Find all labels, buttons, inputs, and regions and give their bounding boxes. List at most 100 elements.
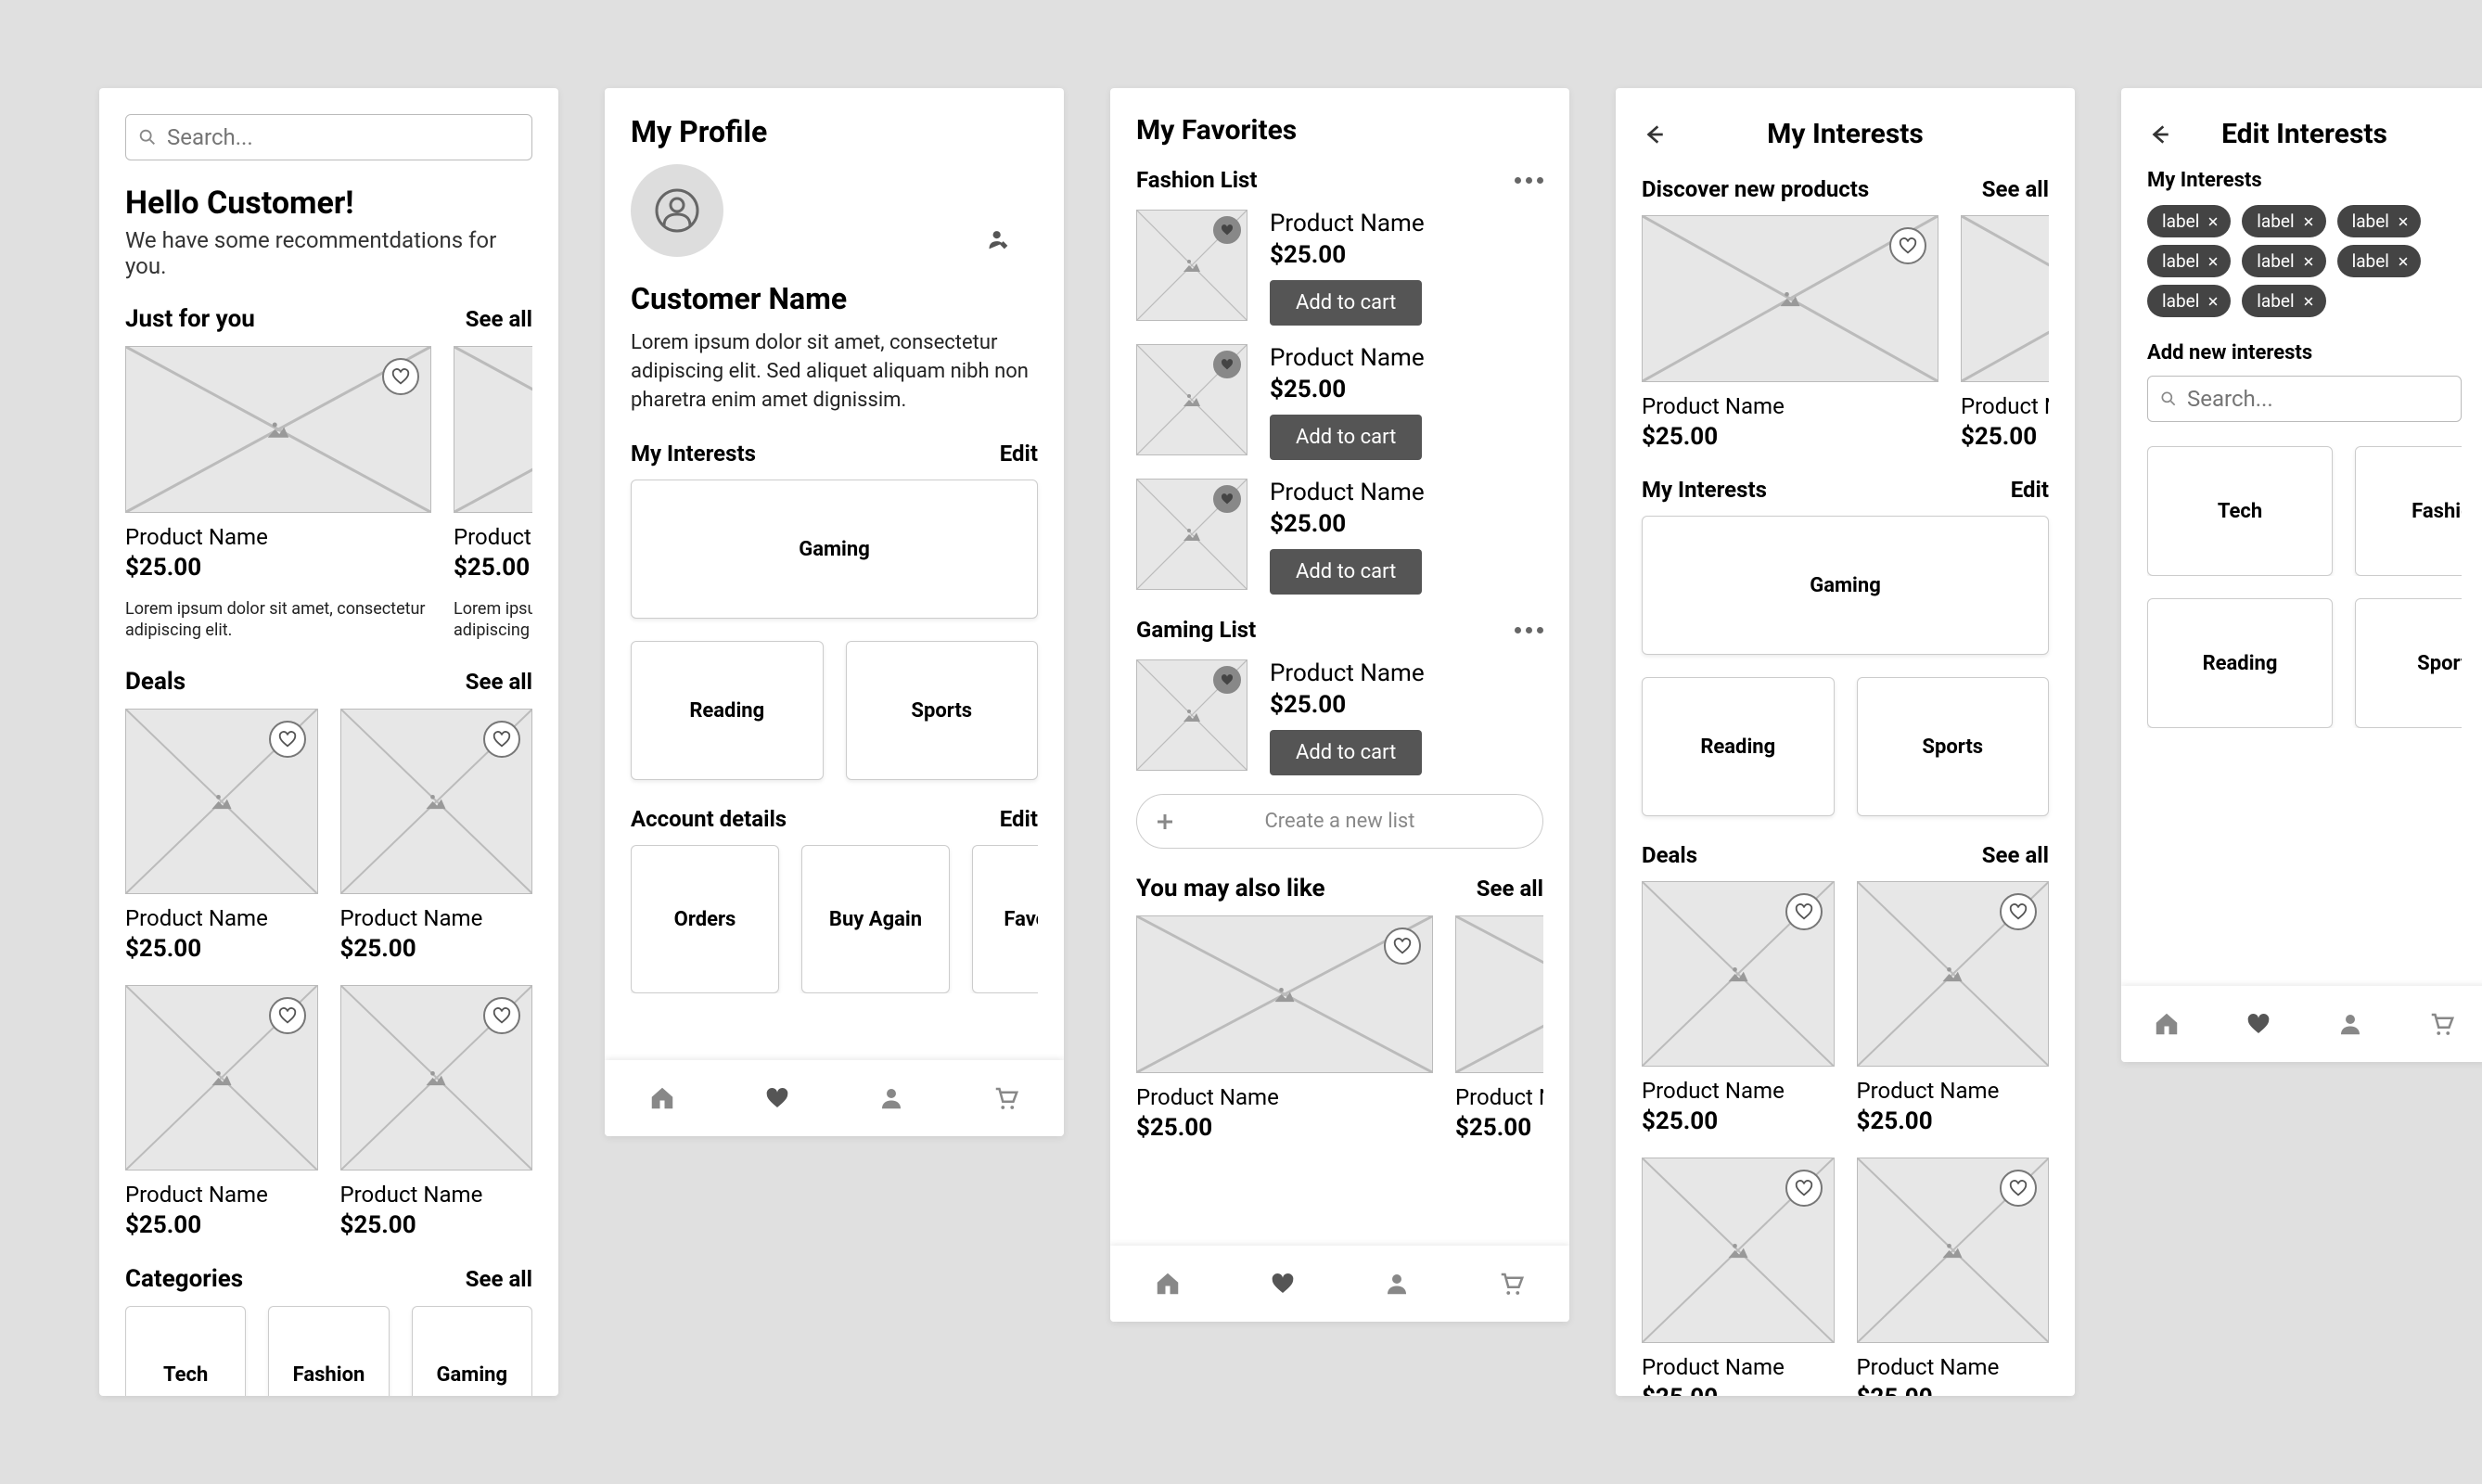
favorite-button[interactable]	[1785, 1170, 1823, 1207]
remove-tag-icon[interactable]	[2207, 255, 2220, 268]
product-card[interactable]: Product Name $25.00	[340, 709, 533, 963]
remove-tag-icon[interactable]	[2397, 255, 2410, 268]
category-tech[interactable]: Tech	[125, 1306, 246, 1396]
product-image[interactable]	[454, 346, 532, 513]
create-new-list-button[interactable]: Create a new list	[1136, 794, 1543, 849]
product-image[interactable]	[1136, 659, 1247, 771]
remove-tag-icon[interactable]	[2302, 215, 2315, 228]
product-card[interactable]: Product Name $25.00	[1857, 1158, 2050, 1396]
see-all-link[interactable]: See all	[466, 306, 532, 332]
account-buy-again[interactable]: Buy Again	[801, 845, 950, 993]
interest-sports[interactable]: Sports	[846, 641, 1039, 780]
profile-icon[interactable]	[877, 1084, 905, 1112]
profile-icon[interactable]	[1383, 1270, 1411, 1298]
list-menu-button[interactable]	[1515, 177, 1543, 184]
edit-link[interactable]: Edit	[2011, 477, 2049, 503]
add-to-cart-button[interactable]: Add to cart	[1270, 730, 1422, 775]
product-image[interactable]	[1961, 215, 2049, 382]
interest-tag[interactable]: label	[2337, 205, 2421, 237]
favorite-button[interactable]	[269, 997, 306, 1034]
product-card[interactable]: Product Name $25.00	[340, 985, 533, 1239]
product-image[interactable]	[1136, 344, 1247, 455]
favorites-icon[interactable]	[2245, 1010, 2272, 1038]
interest-tag[interactable]: label	[2147, 245, 2231, 277]
interest-tag[interactable]: label	[2242, 205, 2325, 237]
add-to-cart-button[interactable]: Add to cart	[1270, 415, 1422, 460]
list-menu-button[interactable]	[1515, 627, 1543, 633]
see-all-link[interactable]: See all	[466, 669, 532, 695]
product-image[interactable]	[125, 346, 431, 513]
favorites-icon[interactable]	[1269, 1270, 1297, 1298]
search-input[interactable]	[2187, 386, 2476, 412]
product-card[interactable]: Product Name $25.00	[125, 985, 318, 1239]
home-icon[interactable]	[2153, 1010, 2181, 1038]
see-all-link[interactable]: See all	[1477, 876, 1543, 902]
edit-profile-icon[interactable]	[986, 227, 1012, 253]
search-field[interactable]	[125, 114, 532, 160]
interest-option-fashion[interactable]: Fashion	[2355, 446, 2462, 576]
interest-sports[interactable]: Sports	[1857, 677, 2050, 816]
favorite-button[interactable]	[1213, 485, 1241, 513]
remove-tag-icon[interactable]	[2207, 215, 2220, 228]
add-to-cart-button[interactable]: Add to cart	[1270, 280, 1422, 326]
category-fashion[interactable]: Fashion	[268, 1306, 389, 1396]
product-card[interactable]: Product Name $25.00	[125, 709, 318, 963]
product-card[interactable]: Product Name $25.00	[1857, 881, 2050, 1135]
edit-link[interactable]: Edit	[1000, 441, 1038, 467]
favorite-button[interactable]	[1384, 928, 1421, 965]
interest-gaming[interactable]: Gaming	[631, 480, 1038, 619]
search-input[interactable]	[167, 124, 520, 150]
favorite-button[interactable]	[1889, 227, 1926, 264]
favorite-button[interactable]	[2000, 893, 2037, 930]
remove-tag-icon[interactable]	[2302, 255, 2315, 268]
favorites-icon[interactable]	[763, 1084, 791, 1112]
interest-tag[interactable]: label	[2147, 205, 2231, 237]
interest-gaming[interactable]: Gaming	[1642, 516, 2049, 655]
product-image[interactable]	[1136, 210, 1247, 321]
home-icon[interactable]	[648, 1084, 676, 1112]
cart-icon[interactable]	[992, 1084, 1020, 1112]
account-favorites[interactable]: Favorites	[972, 845, 1038, 993]
interest-option-tech[interactable]: Tech	[2147, 446, 2333, 576]
favorite-button[interactable]	[2000, 1170, 2037, 1207]
interest-option-reading[interactable]: Reading	[2147, 598, 2333, 728]
product-image[interactable]	[1136, 479, 1247, 590]
interest-tag[interactable]: label	[2242, 285, 2325, 317]
interest-tag[interactable]: label	[2242, 245, 2325, 277]
back-button[interactable]	[2147, 122, 2171, 147]
product-image[interactable]	[1455, 915, 1543, 1073]
favorite-button[interactable]	[1213, 351, 1241, 378]
favorite-button[interactable]	[483, 721, 520, 758]
interest-tag[interactable]: label	[2337, 245, 2421, 277]
interest-reading[interactable]: Reading	[1642, 677, 1835, 816]
product-card[interactable]: Product Name $25.00	[1642, 1158, 1835, 1396]
cart-icon[interactable]	[2428, 1010, 2456, 1038]
see-all-link[interactable]: See all	[1982, 842, 2049, 868]
favorite-button[interactable]	[483, 997, 520, 1034]
search-field[interactable]	[2147, 376, 2462, 422]
favorite-button[interactable]	[269, 721, 306, 758]
product-image[interactable]	[1642, 215, 1938, 382]
remove-tag-icon[interactable]	[2302, 295, 2315, 308]
cart-icon[interactable]	[1498, 1270, 1526, 1298]
edit-link[interactable]: Edit	[1000, 806, 1038, 832]
see-all-link[interactable]: See all	[466, 1266, 532, 1292]
remove-tag-icon[interactable]	[2397, 215, 2410, 228]
favorite-button[interactable]	[382, 358, 419, 395]
interest-option-sports[interactable]: Sports	[2355, 598, 2462, 728]
product-card[interactable]: Product Name $25.00	[1642, 881, 1835, 1135]
favorite-button[interactable]	[1213, 216, 1241, 244]
add-to-cart-button[interactable]: Add to cart	[1270, 549, 1422, 595]
favorite-button[interactable]	[1213, 666, 1241, 694]
see-all-link[interactable]: See all	[1982, 176, 2049, 202]
home-icon[interactable]	[1154, 1270, 1182, 1298]
category-gaming[interactable]: Gaming	[412, 1306, 532, 1396]
profile-icon[interactable]	[2336, 1010, 2364, 1038]
avatar[interactable]	[631, 164, 723, 257]
interest-tag[interactable]: label	[2147, 285, 2231, 317]
remove-tag-icon[interactable]	[2207, 295, 2220, 308]
back-button[interactable]	[1642, 122, 1666, 147]
account-orders[interactable]: Orders	[631, 845, 779, 993]
interest-reading[interactable]: Reading	[631, 641, 824, 780]
favorite-button[interactable]	[1785, 893, 1823, 930]
